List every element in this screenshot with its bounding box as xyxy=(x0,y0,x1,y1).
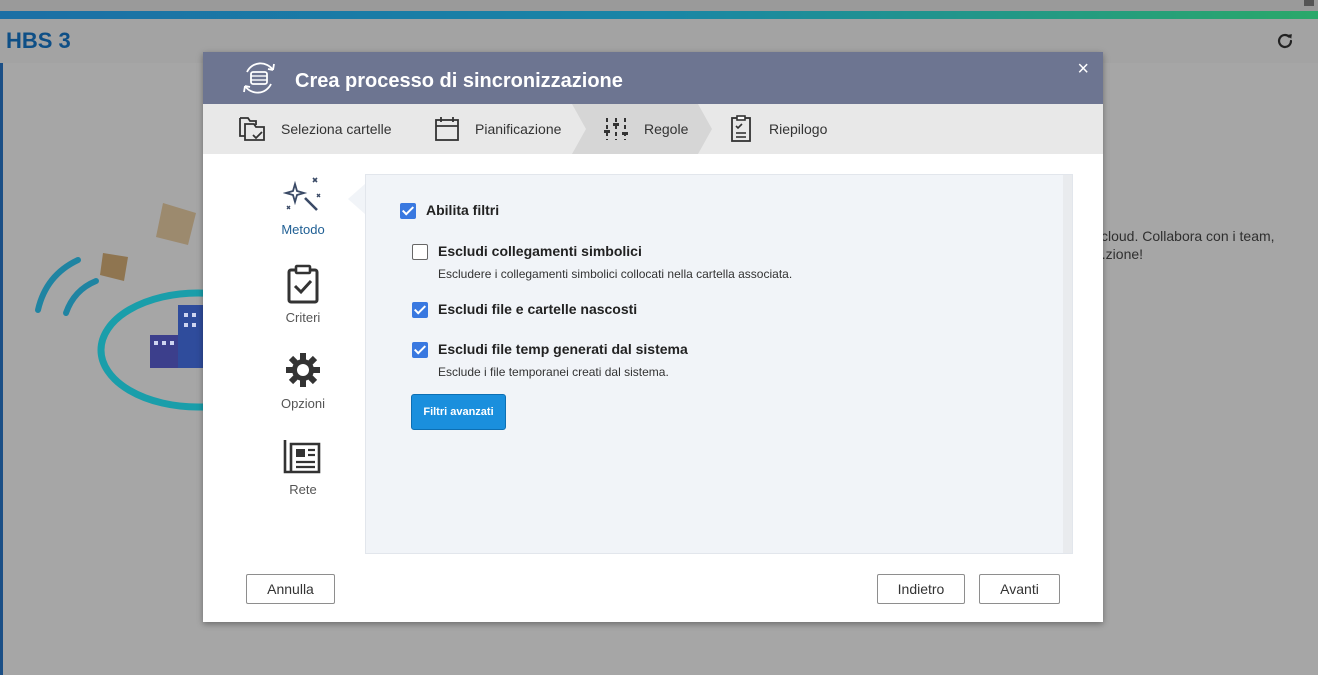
window-top-strip xyxy=(0,0,1318,11)
enable-filters-label: Abilita filtri xyxy=(426,202,500,218)
exclude-symlinks-checkbox[interactable] xyxy=(412,244,428,260)
exclude-symlinks-label: Escludi collegamenti simbolici xyxy=(438,243,642,259)
app-accent-bar xyxy=(0,11,1318,19)
nav-label: Rete xyxy=(289,482,317,497)
exclude-symlinks-description: Escludere i collegamenti simbolici collo… xyxy=(438,267,793,281)
nav-item-options[interactable]: Opzioni xyxy=(253,350,353,411)
nav-label: Metodo xyxy=(281,222,325,237)
step-scheduling[interactable]: Pianificazione xyxy=(431,104,561,154)
filters-panel: Abilita filtri Escludi collegamenti simb… xyxy=(365,174,1073,554)
dialog-header: Crea processo di sincronizzazione × xyxy=(203,52,1103,104)
nav-item-criteria[interactable]: Criteri xyxy=(253,264,353,325)
step-select-folders[interactable]: Seleziona cartelle xyxy=(237,104,392,154)
refresh-icon[interactable] xyxy=(1274,30,1296,52)
panel-scrollbar[interactable] xyxy=(1063,175,1072,553)
nav-item-network[interactable]: Rete xyxy=(253,436,353,497)
exclude-temp-checkbox[interactable] xyxy=(412,342,428,358)
cancel-button[interactable]: Annulla xyxy=(246,574,335,604)
nav-pointer xyxy=(348,184,365,214)
app-sidebar-edge xyxy=(0,63,3,675)
step-label: Pianificazione xyxy=(475,121,562,137)
exclude-temp-description: Esclude i file temporanei creati dal sis… xyxy=(438,365,669,379)
clipboard-check-icon xyxy=(287,264,319,304)
exclude-hidden-checkbox[interactable] xyxy=(412,302,428,318)
sync-job-dialog: Crea processo di sincronizzazione × Sele… xyxy=(203,52,1103,622)
sliders-icon xyxy=(604,118,628,140)
step-label: Seleziona cartelle xyxy=(281,121,392,137)
nav-label: Opzioni xyxy=(280,396,326,411)
window-handle xyxy=(1304,0,1314,6)
clipboard-list-icon xyxy=(731,115,751,142)
folder-check-icon xyxy=(239,117,265,141)
nav-item-method[interactable]: Metodo xyxy=(253,176,353,237)
step-rules[interactable]: Regole xyxy=(600,104,688,154)
step-label: Riepilogo xyxy=(769,121,828,137)
close-icon[interactable]: × xyxy=(1077,58,1089,81)
exclude-hidden-label: Escludi file e cartelle nascosti xyxy=(438,301,638,317)
magic-wand-icon xyxy=(283,177,321,211)
exclude-temp-label: Escludi file temp generati dal sistema xyxy=(438,341,688,357)
enable-filters-checkbox[interactable] xyxy=(400,203,416,219)
calendar-icon xyxy=(435,117,459,141)
dialog-title: Crea processo di sincronizzazione xyxy=(295,70,623,92)
step-summary[interactable]: Riepilogo xyxy=(725,104,827,154)
back-button[interactable]: Indietro xyxy=(877,574,965,604)
sync-drive-icon xyxy=(243,62,275,94)
cloud-illustration xyxy=(35,203,208,411)
newspaper-icon xyxy=(283,440,321,474)
wizard-steps: Seleziona cartelle Pianificazione Regole xyxy=(203,104,1103,154)
advanced-filters-button[interactable]: Filtri avanzati xyxy=(411,394,506,430)
next-button[interactable]: Avanti xyxy=(979,574,1060,604)
step-label: Regole xyxy=(644,121,689,137)
background-description: i cloud. Collabora con i team, ...zione! xyxy=(1094,228,1275,262)
gear-icon xyxy=(286,353,320,387)
nav-label: Criteri xyxy=(285,310,321,325)
app-title: HBS 3 xyxy=(6,28,71,53)
